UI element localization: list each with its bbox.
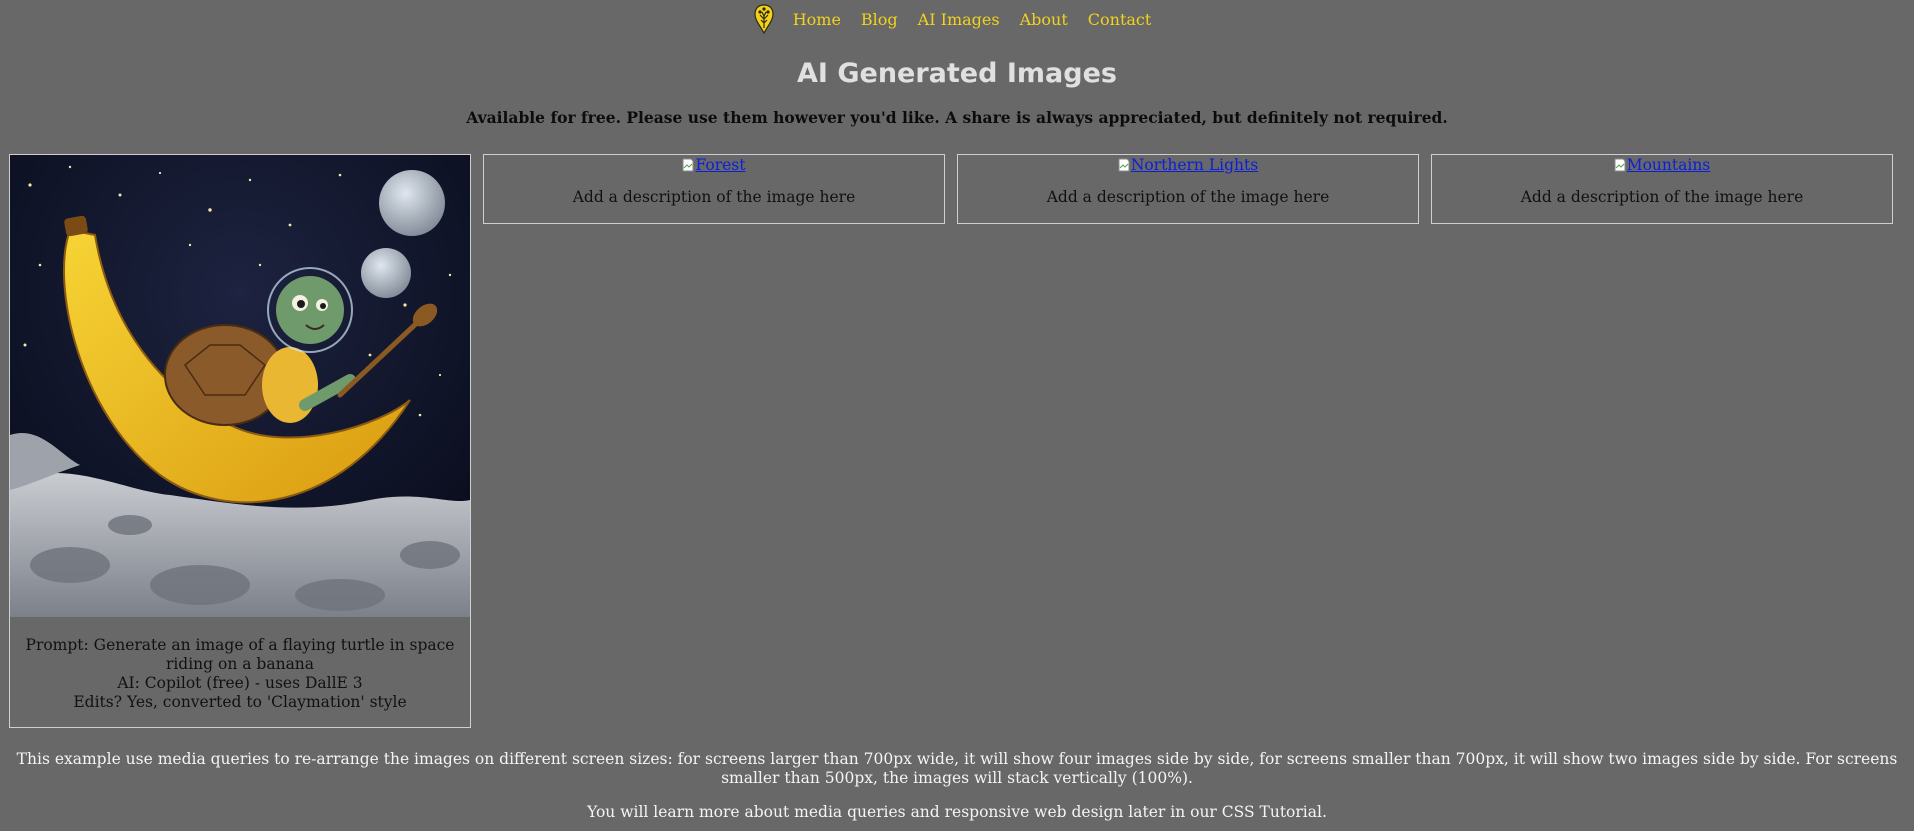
gallery-card-featured: Prompt: Generate an image of a flaying t…	[9, 154, 471, 728]
broken-image-icon	[682, 158, 694, 172]
forest-alt-text: Forest	[695, 156, 746, 174]
broken-image-icon	[1118, 158, 1130, 172]
northern-lights-alt-text: Northern Lights	[1130, 156, 1259, 174]
caption-prompt: Prompt: Generate an image of a flaying t…	[25, 636, 455, 673]
caption-ai: AI: Copilot (free) - uses DallE 3	[117, 674, 363, 692]
page-title: AI Generated Images	[797, 58, 1117, 89]
caption-edits: Edits? Yes, converted to 'Claymation' st…	[73, 693, 407, 711]
gallery-card-mountains: Mountains Add a description of the image…	[1431, 154, 1893, 224]
intro-text: Available for free. Please use them howe…	[466, 108, 1448, 127]
gallery-card-forest: Forest Add a description of the image he…	[483, 154, 945, 224]
mountains-description: Add a description of the image here	[1520, 188, 1804, 206]
footer-notes: This example use media queries to re-arr…	[0, 750, 1914, 822]
tree-logo-icon[interactable]	[753, 4, 775, 35]
tutorial-note: You will learn more about media queries …	[587, 803, 1327, 821]
turtle-banana-space-image[interactable]	[10, 155, 470, 617]
nav-link-blog[interactable]: Blog	[861, 10, 898, 29]
forest-image-link[interactable]: Forest	[484, 155, 944, 175]
nav-link-home[interactable]: Home	[793, 10, 841, 29]
forest-description: Add a description of the image here	[572, 188, 856, 206]
northern-lights-description: Add a description of the image here	[1046, 188, 1330, 206]
nav-link-contact[interactable]: Contact	[1088, 10, 1152, 29]
featured-caption: Prompt: Generate an image of a flaying t…	[10, 617, 470, 727]
mountains-image-link[interactable]: Mountains	[1432, 155, 1892, 175]
image-gallery: Prompt: Generate an image of a flaying t…	[9, 154, 1893, 728]
northern-lights-image-link[interactable]: Northern Lights	[958, 155, 1418, 175]
gallery-card-northern-lights: Northern Lights Add a description of the…	[957, 154, 1419, 224]
top-nav: Home Blog AI Images About Contact	[0, 0, 1914, 36]
nav-link-ai-images[interactable]: AI Images	[918, 10, 1000, 29]
nav-link-about[interactable]: About	[1020, 10, 1068, 29]
media-queries-note: This example use media queries to re-arr…	[16, 750, 1898, 787]
broken-image-icon	[1614, 158, 1626, 172]
mountains-alt-text: Mountains	[1626, 156, 1711, 174]
